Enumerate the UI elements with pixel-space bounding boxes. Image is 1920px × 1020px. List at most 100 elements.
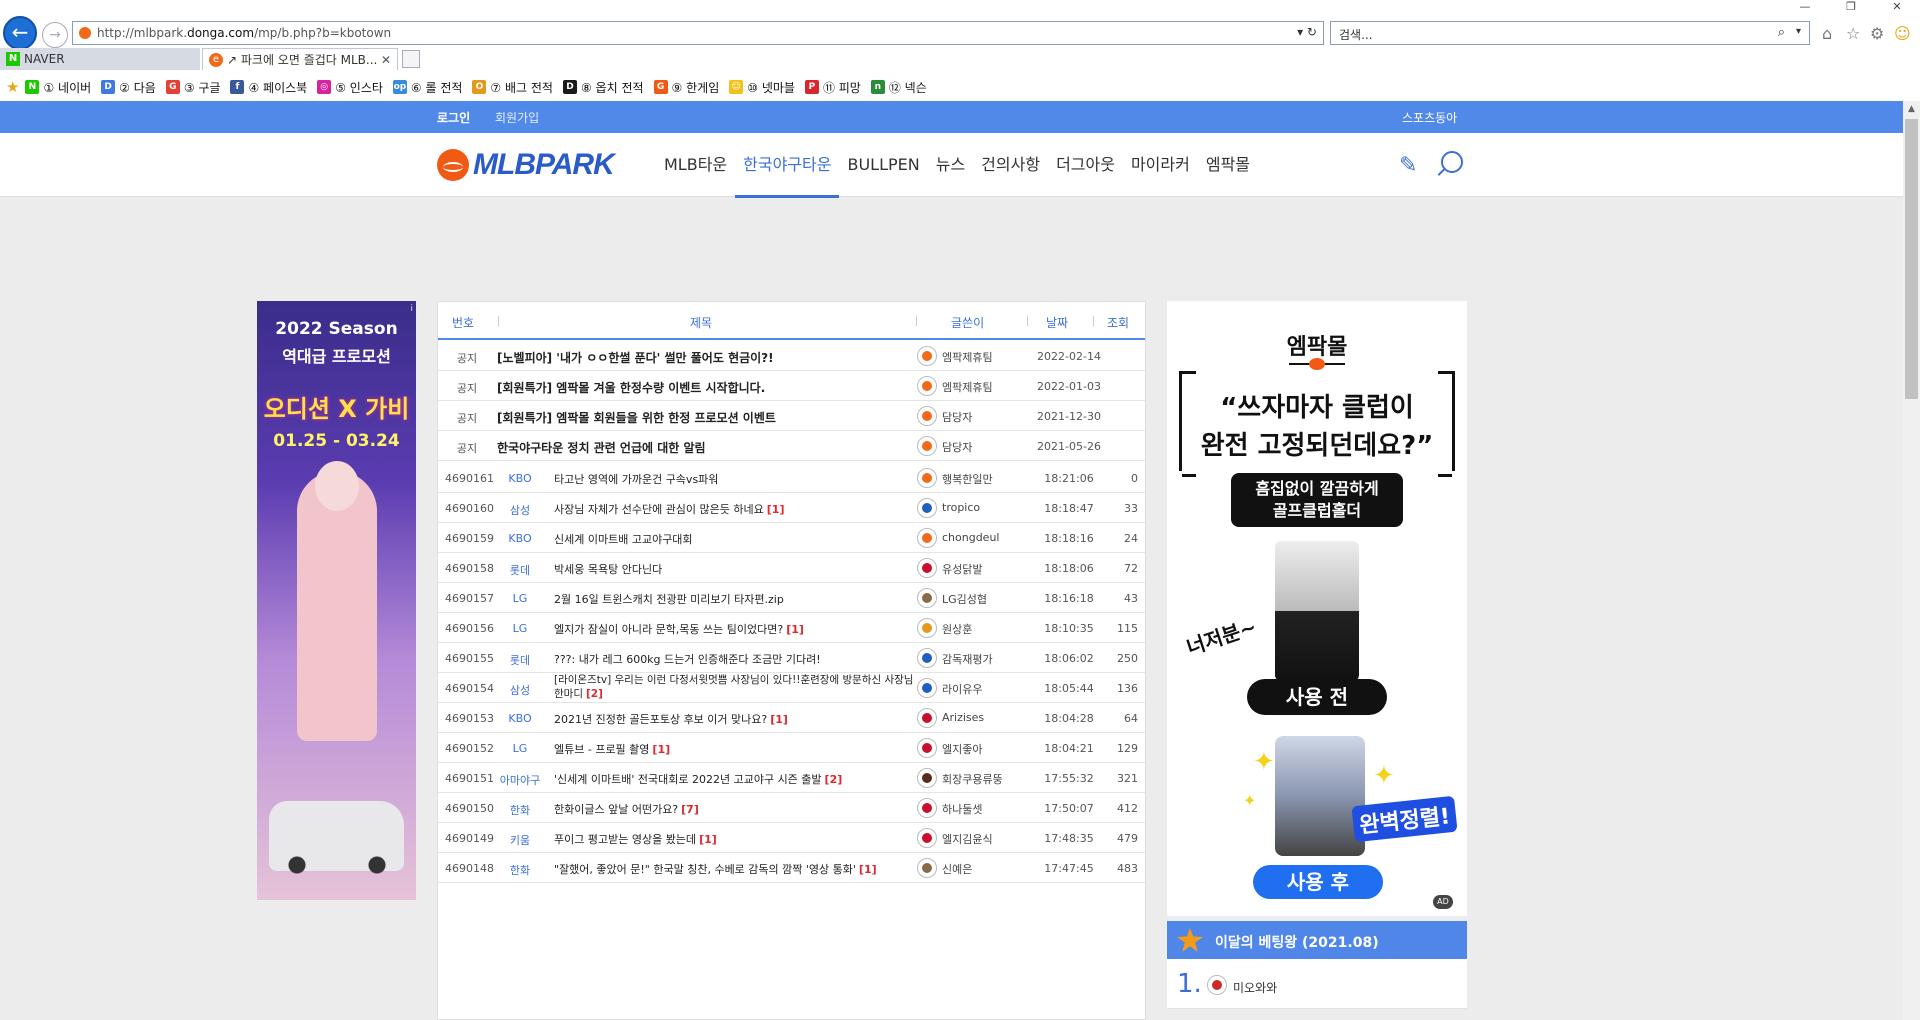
post-title-link[interactable]: [노벨피아] '내가 ㅇㅇ한썰 푼다' 썰만 풀어도 현금이?! — [497, 349, 917, 366]
close-tab-icon[interactable]: ✕ — [381, 49, 391, 71]
tab-mlbpark[interactable]: e ↗ 파크에 오면 즐겁다 MLB... ✕ — [202, 48, 398, 70]
post-title-link[interactable]: 엘지가 잠실이 아니라 문학,목동 쓰는 팀이었다면? [1] — [554, 621, 916, 637]
post-author[interactable]: Arizises — [917, 707, 1027, 729]
favorites-star-icon[interactable]: ☆ — [1846, 24, 1860, 43]
table-row[interactable]: 4690155 롯데 ???: 내가 레그 600kg 드는거 인증해준다 조금만 … — [438, 643, 1145, 673]
search-icon[interactable]: ⌕ — [1778, 25, 1785, 40]
minimize-button[interactable]: — — [1782, 0, 1828, 14]
table-row[interactable]: 4690148 한화 "잘했어, 좋았어 문!" 한국말 칭찬, 수베로 감독의 깜… — [438, 853, 1145, 883]
post-title-link[interactable]: 신세계 이마트배 고교야구대회 — [554, 531, 916, 547]
table-row[interactable]: 4690152 LG 엘튜브 - 프로필 촬영 [1] 엘지좋아 18:04:21 129 — [438, 733, 1145, 763]
scrollbar-thumb[interactable] — [1905, 119, 1918, 399]
gear-icon[interactable]: ⚙ — [1870, 24, 1884, 43]
table-row[interactable]: 4690151 아마야구 '신세계 이마트배' 전국대회로 2022년 고교야구 시… — [438, 763, 1145, 793]
post-author[interactable]: 원상훈 — [917, 617, 1027, 639]
favorite-item[interactable]: G③ 구글 — [165, 79, 220, 96]
post-title-link[interactable]: 2월 16일 트윈스캐치 전광판 미리보기 타자편.zip — [554, 591, 916, 607]
post-author[interactable]: 엘지좋아 — [917, 737, 1027, 759]
table-row[interactable]: 4690156 LG 엘지가 잠실이 아니라 문학,목동 쓰는 팀이었다면? [1] 원… — [438, 613, 1145, 643]
back-button[interactable]: ← — [3, 16, 37, 50]
home-icon[interactable]: ⌂ — [1822, 24, 1832, 43]
post-title-link[interactable]: [회원특가] 엠팍몰 회원들을 위한 한정 프로모션 이벤트 — [497, 409, 917, 426]
post-title-link[interactable]: 타고난 영역에 가까운건 구속vs파워 — [554, 471, 916, 487]
table-row[interactable]: 4690154 삼성 [라이온즈tv] 우리는 이런 다정서윗멋쁨 사장님이 있다!… — [438, 673, 1145, 703]
post-category[interactable]: 롯데 — [498, 652, 542, 668]
post-author[interactable]: 행복한일만 — [917, 467, 1027, 489]
tab-naver[interactable]: N NAVER — [0, 48, 200, 70]
favorite-item[interactable]: P⑪ 피망 — [804, 79, 861, 96]
post-category[interactable]: 아마야구 — [498, 772, 542, 788]
page-scrollbar[interactable]: ▲ — [1903, 101, 1920, 1020]
post-author[interactable]: 감독재평가 — [917, 647, 1027, 669]
favorite-item[interactable]: G⑨ 한게임 — [653, 79, 719, 96]
nav-item[interactable]: 더그아웃 — [1048, 133, 1123, 197]
favorite-item[interactable]: D② 다음 — [101, 79, 156, 96]
favorite-item[interactable]: ☺ ⑩ 넷마블 — [729, 79, 795, 96]
pencil-icon[interactable]: ✎ — [1399, 153, 1417, 178]
nav-item[interactable]: BULLPEN — [839, 133, 927, 197]
post-title-link[interactable]: ???: 내가 레그 600kg 드는거 인증해준다 조금만 기다려! — [554, 651, 916, 667]
forward-button[interactable]: → — [42, 22, 68, 48]
nav-item[interactable]: MLB타운 — [656, 133, 735, 197]
post-title-link[interactable]: [라이온즈tv] 우리는 이런 다정서윗멋쁨 사장님이 있다!!훈련장에 방문하… — [554, 673, 916, 703]
favorite-item[interactable]: f④ 페이스북 — [230, 79, 307, 96]
smiley-icon[interactable]: ☺ — [1894, 24, 1911, 43]
right-banner-ad[interactable]: 엠팍몰 “쓰자마자 클럽이 완전 고정되던데요?” 흠집없이 깔끔하게 골프클럽… — [1167, 301, 1467, 916]
refresh-icon[interactable]: ▾ ↻ — [1297, 25, 1317, 39]
table-row[interactable]: 4690150 한화 한화이글스 앞날 어떤가요? [7] 하나둘셋 17:50:07 41… — [438, 793, 1145, 823]
notice-row[interactable]: 공지 [회원특가] 엠팍몰 회원들을 위한 한정 프로모션 이벤트 담당자 2021-… — [438, 401, 1145, 431]
favorite-item[interactable]: O⑦ 배그 전적 — [472, 79, 553, 96]
post-author[interactable]: 회장쿠용류뚱 — [917, 767, 1027, 789]
post-author[interactable]: 담당자 — [917, 405, 1027, 427]
post-category[interactable]: KBO — [498, 712, 542, 725]
table-row[interactable]: 4690157 LG 2월 16일 트윈스캐치 전광판 미리보기 타자편.zip LG… — [438, 583, 1145, 613]
post-category[interactable]: KBO — [498, 532, 542, 545]
nav-item[interactable]: 한국야구타운 — [735, 133, 840, 198]
nav-item[interactable]: 마이라커 — [1123, 133, 1198, 197]
post-title-link[interactable]: 푸이그 평고받는 영상을 봤는데 [1] — [554, 831, 916, 847]
post-author[interactable]: 엘지김윤식 — [917, 827, 1027, 849]
post-author[interactable]: 하나둘셋 — [917, 797, 1027, 819]
search-icon[interactable] — [1441, 151, 1463, 173]
favorites-star-icon[interactable]: ★ — [6, 78, 19, 96]
favorite-item[interactable]: N① 네이버 — [25, 79, 91, 96]
address-bar[interactable]: http://mlbpark.donga.com/mp/b.php?b=kbot… — [72, 21, 1324, 45]
post-title-link[interactable]: 한국야구타운 정치 관련 언급에 대한 알림 — [497, 439, 917, 456]
post-category[interactable]: 키움 — [498, 832, 542, 848]
table-row[interactable]: 4690158 롯데 박세웅 목욕탕 안다닌다 유성닭발 18:18:06 72 — [438, 553, 1145, 583]
post-author[interactable]: tropico — [917, 497, 1027, 519]
favorite-item[interactable]: op ⑥ 롤 전적 — [392, 79, 462, 96]
nav-item[interactable]: 뉴스 — [928, 133, 973, 197]
table-row[interactable]: 4690160 삼성 사장님 자체가 선수단에 관심이 많은듯 하네요 [1] trop… — [438, 493, 1145, 523]
post-category[interactable]: 롯데 — [498, 562, 542, 578]
post-title-link[interactable]: '신세계 이마트배' 전국대회로 2022년 고교야구 시즌 출발 [2] — [554, 771, 916, 787]
sports-donga-link[interactable]: 스포츠동아 — [1402, 109, 1457, 126]
nav-item[interactable]: 건의사항 — [973, 133, 1048, 197]
table-row[interactable]: 4690161 KBO 타고난 영역에 가까운건 구속vs파워 행복한일만 18:21:… — [438, 463, 1145, 493]
post-category[interactable]: LG — [498, 592, 542, 605]
post-category[interactable]: 한화 — [498, 802, 542, 818]
post-title-link[interactable]: [회원특가] 엠팍몰 겨울 한정수량 이벤트 시작합니다. — [497, 379, 917, 396]
post-title-link[interactable]: 2021년 진정한 골든포토상 후보 이거 맞나요? [1] — [554, 711, 916, 727]
left-banner-ad[interactable]: i 2022 Season 역대급 프로모션 오디션 X 가비 01.25 - … — [257, 301, 416, 900]
post-title-link[interactable]: "잘했어, 좋았어 문!" 한국말 칭찬, 수베로 감독의 깜짝 '영상 통화'… — [554, 861, 916, 877]
post-category[interactable]: 삼성 — [498, 502, 542, 518]
notice-row[interactable]: 공지 [노벨피아] '내가 ㅇㅇ한썰 푼다' 썰만 풀어도 현금이?! 엠팍제휴팀 2… — [438, 341, 1145, 371]
favorite-item[interactable]: D⑧ 옵치 전적 — [562, 79, 644, 96]
post-category[interactable]: 한화 — [498, 862, 542, 878]
post-author[interactable]: 엠팍제휴팀 — [917, 375, 1027, 397]
notice-row[interactable]: 공지 [회원특가] 엠팍몰 겨울 한정수량 이벤트 시작합니다. 엠팍제휴팀 2022… — [438, 371, 1145, 401]
ad-badge[interactable]: AD — [1433, 895, 1453, 909]
post-author[interactable]: 라이유우 — [917, 677, 1027, 699]
browser-search-input[interactable]: 검색... ⌕ ▾ — [1330, 21, 1810, 45]
scroll-up-arrow-icon[interactable]: ▲ — [1903, 101, 1920, 118]
table-row[interactable]: 4690159 KBO 신세계 이마트배 고교야구대회 chongdeul 18:18:… — [438, 523, 1145, 553]
post-author[interactable]: LG김성협 — [917, 587, 1027, 609]
favorite-item[interactable]: n⑫ 넥슨 — [870, 79, 927, 96]
post-title-link[interactable]: 한화이글스 앞날 어떤가요? [7] — [554, 801, 916, 817]
post-title-link[interactable]: 박세웅 목욕탕 안다닌다 — [554, 561, 916, 577]
betting-king-row[interactable]: 1. 미오와와 — [1167, 959, 1467, 1009]
post-category[interactable]: LG — [498, 742, 542, 755]
rank-user-name[interactable]: 미오와와 — [1233, 979, 1277, 996]
new-tab-button[interactable] — [402, 50, 420, 68]
